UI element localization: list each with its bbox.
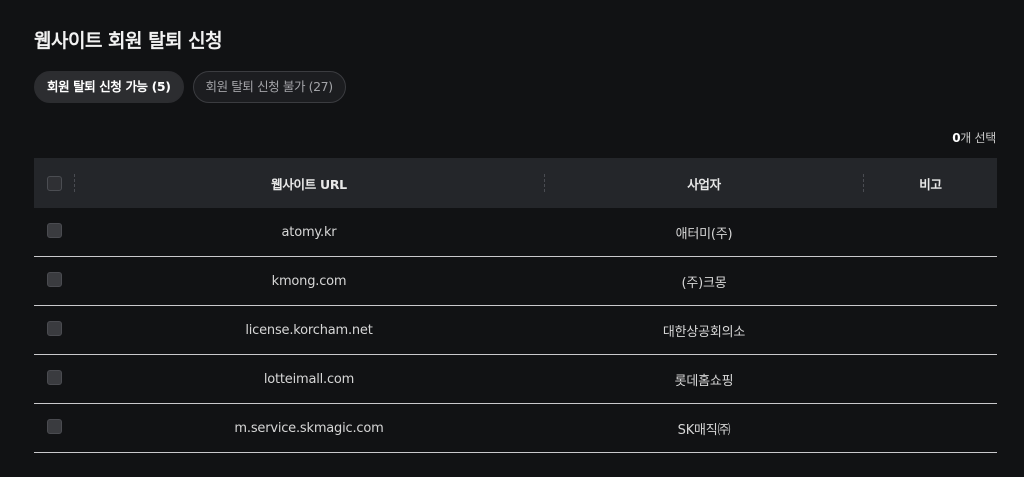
cell-business: (주)크몽 [681,275,727,291]
tab-withdrawable[interactable]: 회원 탈퇴 신청 가능 (5) [34,71,184,103]
filter-tabs: 회원 탈퇴 신청 가능 (5) 회원 탈퇴 신청 불가 (27) [34,71,346,103]
row-checkbox[interactable] [46,419,62,434]
cell-url: m.service.skmagic.com [234,420,384,436]
selected-count-suffix: 개 선택 [960,131,996,145]
page-title: 웹사이트 회원 탈퇴 신청 [34,30,223,52]
row-checkbox[interactable] [46,272,62,287]
cell-business: SK매직㈜ [677,422,731,438]
row-checkbox[interactable] [46,321,62,336]
cell-url: atomy.kr [281,224,337,240]
row-check-cell [34,404,74,434]
cell-business: 롯데홈쇼핑 [674,373,734,389]
cell-url: kmong.com [271,273,347,289]
select-all-checkbox[interactable] [46,175,62,191]
header-check-cell [34,175,74,191]
header-divider [863,174,864,192]
cell-url: lotteimall.com [263,371,355,387]
header-divider [544,174,545,192]
table-row: lotteimall.com 롯데홈쇼핑 [34,355,997,404]
site-table: 웹사이트 URL 사업자 비고 atomy.kr 애터미(주) kmong.co… [34,158,997,453]
row-check-cell [34,355,74,385]
header-note[interactable]: 비고 [864,174,997,193]
row-checkbox[interactable] [46,370,62,385]
tab-not-withdrawable[interactable]: 회원 탈퇴 신청 불가 (27) [192,71,346,103]
row-checkbox[interactable] [46,223,62,238]
cell-business: 애터미(주) [675,226,733,242]
table-row: license.korcham.net 대한상공회의소 [34,306,997,355]
table-row: m.service.skmagic.com SK매직㈜ [34,404,997,453]
header-business[interactable]: 사업자 [544,174,864,193]
row-check-cell [34,306,74,336]
cell-business: 대한상공회의소 [662,324,746,340]
withdrawal-page: 웹사이트 회원 탈퇴 신청 회원 탈퇴 신청 가능 (5) 회원 탈퇴 신청 불… [0,0,1024,477]
table-header: 웹사이트 URL 사업자 비고 [34,158,997,208]
row-check-cell [34,208,74,238]
header-divider [74,174,75,192]
row-check-cell [34,257,74,287]
selected-count: 0개 선택 [952,129,996,146]
table-row: kmong.com (주)크몽 [34,257,997,306]
header-url[interactable]: 웹사이트 URL [74,174,544,193]
cell-url: license.korcham.net [245,322,373,338]
table-row: atomy.kr 애터미(주) [34,208,997,257]
